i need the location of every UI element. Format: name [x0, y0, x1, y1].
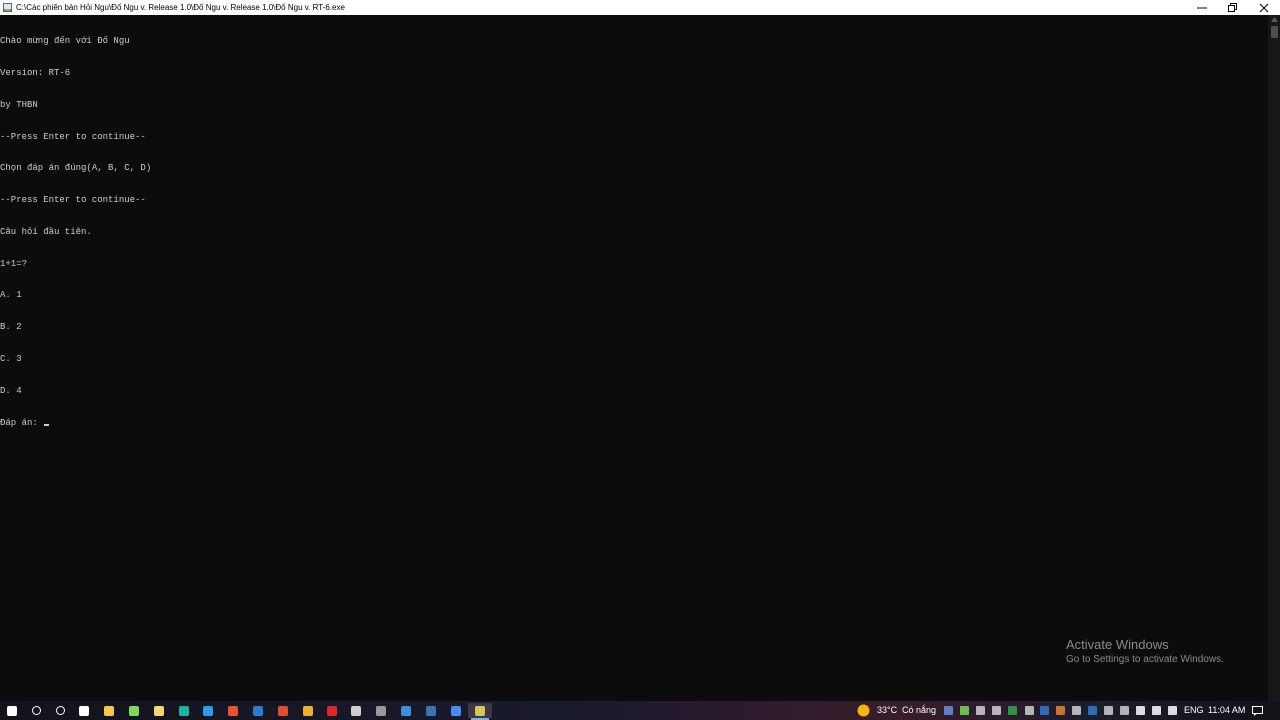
maximize-button[interactable] [1218, 0, 1248, 15]
task-view-button[interactable] [72, 703, 96, 718]
console-line: B. 2 [0, 322, 22, 333]
text-cursor [44, 423, 50, 426]
network-icon[interactable] [1168, 706, 1177, 715]
console-line: C. 3 [0, 354, 22, 364]
start-icon [7, 705, 17, 716]
start-button[interactable] [0, 703, 24, 718]
office-icon [228, 705, 238, 716]
file-explorer-button[interactable] [97, 703, 121, 718]
chrome-icon [303, 705, 313, 716]
restore-icon [1228, 2, 1237, 12]
app-icon-3 [278, 705, 288, 716]
file-explorer-icon [104, 705, 114, 716]
tray-app-icon-2[interactable] [992, 706, 1001, 715]
console-line: by THBN [0, 99, 38, 110]
console-line: --Press Enter to continue-- [0, 131, 146, 142]
watermark-title: Activate Windows [1066, 637, 1169, 652]
pycharm-icon [351, 705, 361, 716]
search-button[interactable] [24, 703, 48, 718]
store-button[interactable] [122, 703, 146, 718]
tray-app-icon-3[interactable] [1008, 706, 1017, 715]
browser-button[interactable] [444, 703, 468, 718]
tray-app-icon-8[interactable] [1088, 706, 1097, 715]
sun-icon [857, 704, 870, 717]
scrollbar-thumb[interactable] [1271, 26, 1278, 38]
tray-app-icon-1[interactable] [976, 706, 985, 715]
activation-watermark: Activate Windows Go to Settings to activ… [1066, 637, 1224, 667]
mail-button[interactable] [246, 703, 270, 718]
chrome-button[interactable] [296, 703, 320, 718]
weather-temp: 33°C [877, 705, 898, 715]
close-button[interactable] [1249, 0, 1279, 15]
cortana-button[interactable] [48, 703, 72, 718]
console-line: --Press Enter to continue-- [0, 195, 146, 206]
tray-app-icon-7[interactable] [1072, 706, 1081, 715]
answer-prompt: Đáp án: [0, 417, 44, 428]
python-button[interactable] [419, 703, 443, 718]
console-line: Câu hỏi đầu tiên. [0, 226, 92, 237]
console-line: A. 1 [0, 290, 22, 301]
app-icon-1-button[interactable] [147, 703, 171, 718]
answer-prompt-line[interactable]: Đáp án: [0, 418, 1268, 429]
app-icon-2 [179, 705, 189, 716]
console-line: 1+1=? [0, 258, 28, 269]
teams-icon[interactable] [944, 706, 953, 715]
console-line: Version: RT-6 [0, 67, 71, 78]
notification-icon [1252, 706, 1263, 716]
minimize-button[interactable] [1187, 0, 1217, 15]
console-line: Chào mừng đến với Đố Ngu [0, 36, 130, 47]
tray-app-icon-9[interactable] [1104, 706, 1113, 715]
scroll-up-icon[interactable] [1271, 17, 1278, 22]
title-bar[interactable]: C:\Các phiên bản Hỏi Ngu\Đố Ngu v. Relea… [0, 0, 1280, 15]
app-icon-2-button[interactable] [172, 703, 196, 718]
edge-icon [203, 705, 213, 716]
store-icon [129, 705, 139, 716]
clock[interactable]: 11:04 AM [1208, 701, 1245, 720]
tray-app-icon-10[interactable] [1120, 706, 1129, 715]
volume-icon[interactable] [1136, 706, 1145, 715]
app-icon-1 [154, 705, 164, 716]
edge-button[interactable] [196, 703, 220, 718]
terminal-button[interactable] [369, 703, 393, 718]
console-app-button[interactable] [468, 703, 492, 720]
mail-icon [253, 705, 263, 716]
console-app-icon [3, 3, 12, 12]
vertical-scrollbar[interactable] [1268, 15, 1280, 701]
chat-button[interactable] [394, 703, 418, 718]
window-title: C:\Các phiên bản Hỏi Ngu\Đố Ngu v. Relea… [16, 3, 345, 12]
language-indicator[interactable]: ENG [1184, 701, 1204, 720]
weather-condition: Có nắng [902, 705, 937, 715]
console-output[interactable]: Chào mừng đến với Đố Ngu Version: RT-6 b… [0, 15, 1268, 701]
battery-icon[interactable] [1152, 706, 1161, 715]
tray-app-icon-5[interactable] [1040, 706, 1049, 715]
console-app-icon [475, 705, 485, 716]
minimize-icon [1197, 7, 1207, 8]
cortana-icon [55, 706, 65, 715]
opera-icon [327, 705, 337, 716]
tray-app-icon-4[interactable] [1025, 706, 1034, 715]
task-view-icon [79, 705, 89, 716]
chat-icon [401, 705, 411, 716]
tray-app-icon-6[interactable] [1056, 706, 1065, 715]
app-icon-3-button[interactable] [271, 703, 295, 718]
search-icon [31, 706, 41, 715]
python-icon [426, 705, 436, 716]
office-button[interactable] [221, 703, 245, 718]
pycharm-button[interactable] [344, 703, 368, 718]
terminal-icon [376, 705, 386, 716]
taskbar: 33°C Có nắng ENG 11:04 AM [0, 701, 1280, 720]
opera-button[interactable] [320, 703, 344, 718]
security-icon[interactable] [960, 706, 969, 715]
watermark-subtitle: Go to Settings to activate Windows. [1066, 654, 1224, 665]
browser-icon [451, 705, 461, 716]
console-line: D. 4 [0, 385, 22, 396]
console-line: Chọn đáp án đúng(A, B, C, D) [0, 163, 152, 174]
close-icon [1259, 3, 1269, 12]
notification-button[interactable] [1252, 701, 1266, 720]
